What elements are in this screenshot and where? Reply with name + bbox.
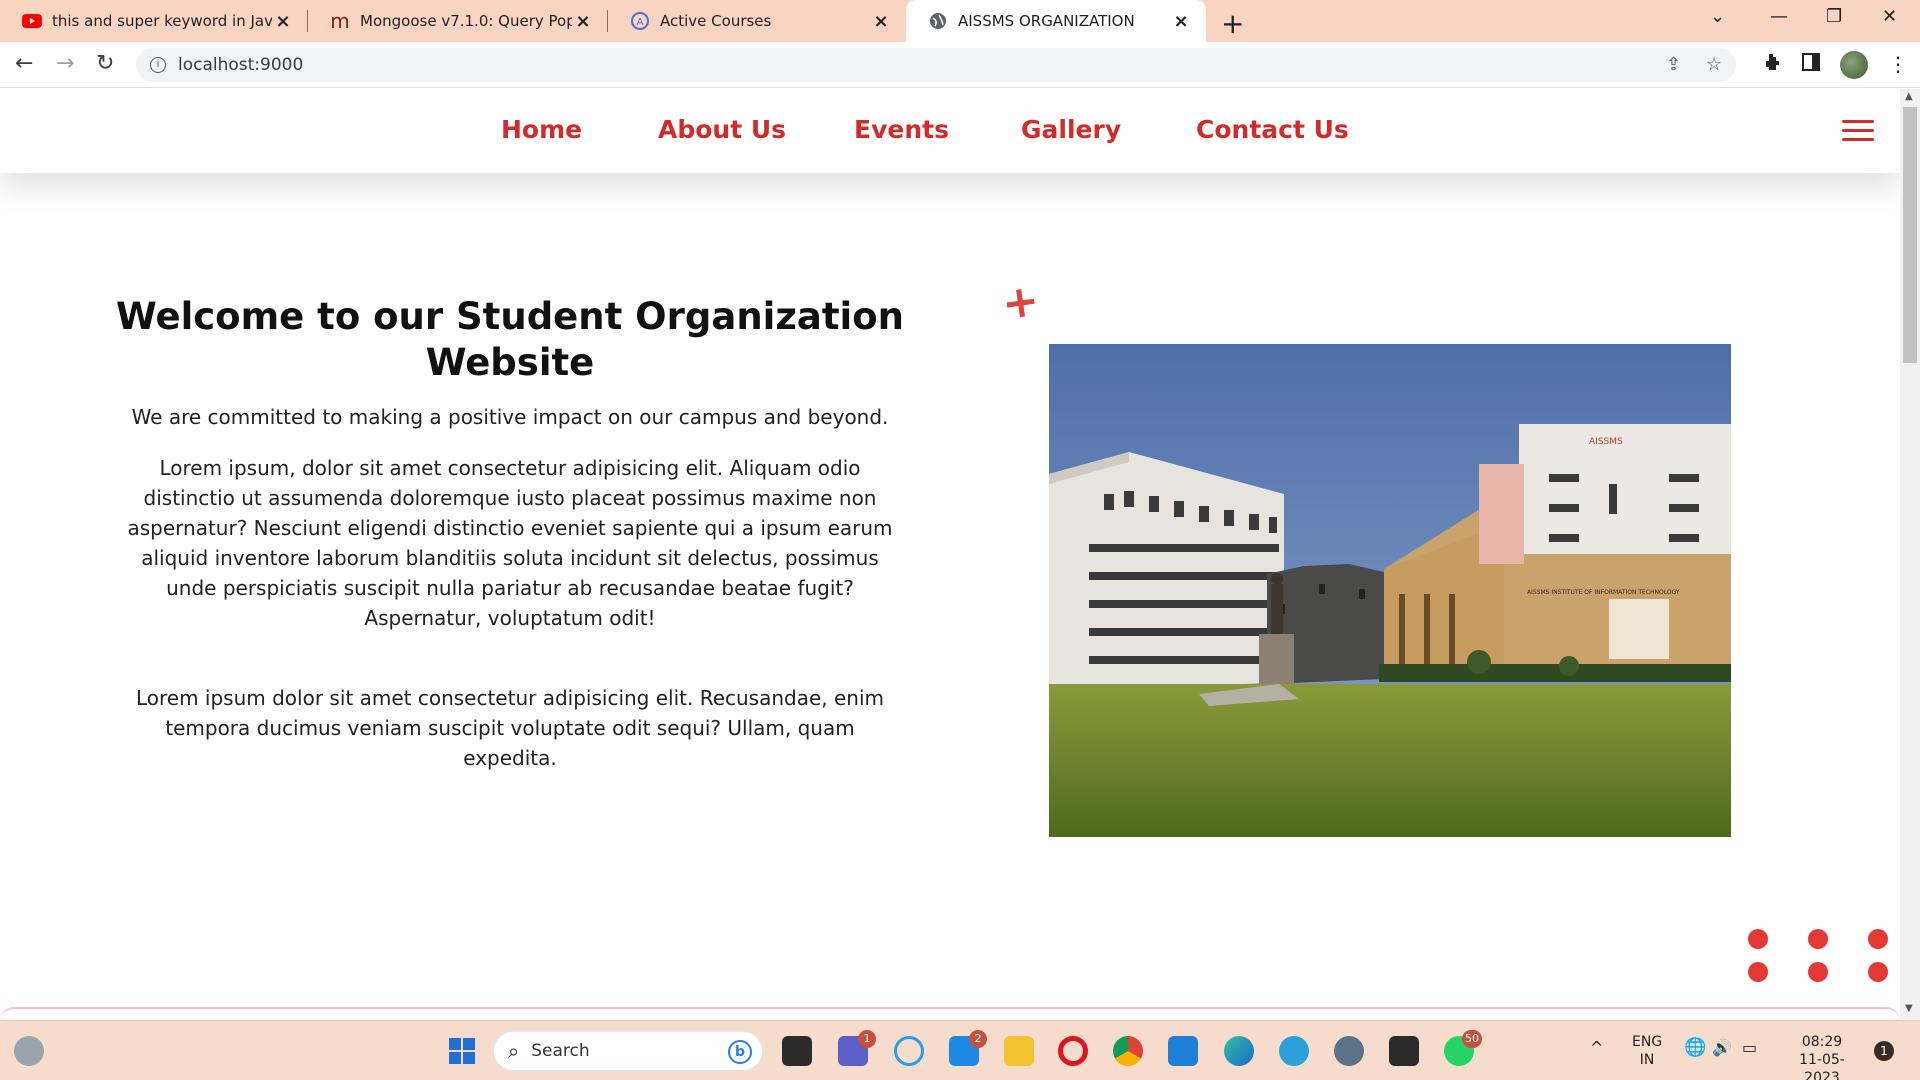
nav-about-us[interactable]: About Us <box>658 115 786 144</box>
decorative-dot <box>1868 929 1888 949</box>
scroll-thumb[interactable] <box>1903 107 1917 363</box>
task-view-icon[interactable] <box>782 1036 812 1066</box>
decorative-dot <box>1748 962 1768 982</box>
building-sign-2: AISSMS INSTITUTE OF INFORMATION TECHNOLO… <box>1527 589 1680 596</box>
decorative-dot <box>1808 929 1828 949</box>
search-icon: ⌕ <box>508 1039 520 1063</box>
weather-icon[interactable] <box>14 1036 44 1066</box>
nav-events[interactable]: Events <box>854 115 949 144</box>
extensions-icon[interactable] <box>1762 52 1782 77</box>
campus-image: AISSMS AISSMS INSTITUTE OF INFORMATION T… <box>1049 344 1731 837</box>
section-edge <box>0 1007 1900 1019</box>
battery-icon[interactable]: ▭ <box>1742 1039 1757 1057</box>
decorative-dot <box>1748 929 1768 949</box>
url-text[interactable]: localhost:9000 <box>178 55 303 75</box>
forward-button[interactable]: → <box>56 51 74 76</box>
site-navbar: Home About Us Events Gallery Contact Us <box>0 89 1900 173</box>
decorative-dot <box>1868 962 1888 982</box>
whatsapp-badge: 50 <box>1462 1030 1482 1048</box>
mongoose-icon: m <box>330 9 350 33</box>
language: ENG <box>1632 1034 1663 1050</box>
restore-button[interactable]: ❐ <box>1826 6 1842 27</box>
tab-aissms[interactable]: AISSMS ORGANIZATION × <box>906 0 1206 42</box>
bookmark-star-icon[interactable]: ☆ <box>1706 48 1722 82</box>
campus-photo: AISSMS AISSMS INSTITUTE OF INFORMATION T… <box>1049 344 1731 837</box>
volume-icon[interactable]: 🔊 <box>1712 1039 1732 1057</box>
bing-icon[interactable]: b <box>728 1040 752 1064</box>
address-bar-row: ← → ↻ i localhost:9000 ⇪ ☆ ⋮ <box>0 42 1920 88</box>
nav-gallery[interactable]: Gallery <box>1021 115 1121 144</box>
tab-title: this and super keyword in Java - <box>52 12 272 30</box>
close-tab-icon[interactable]: × <box>1170 11 1192 32</box>
svg-text:A: A <box>637 17 644 28</box>
page-viewport: Home About Us Events Gallery Contact Us … <box>0 89 1900 1019</box>
back-button[interactable]: ← <box>15 51 33 76</box>
teams-icon[interactable]: 1 <box>838 1030 876 1066</box>
building-sign: AISSMS <box>1589 437 1623 447</box>
omnibox[interactable]: i localhost:9000 ⇪ ☆ <box>136 48 1736 82</box>
page-scrollbar[interactable]: ▲ ▼ <box>1900 89 1920 1019</box>
menu-hamburger-icon[interactable] <box>1842 120 1874 147</box>
tab-mongoose[interactable]: m Mongoose v7.1.0: Query Populati × <box>308 0 608 42</box>
tab-search-icon[interactable]: ⌄ <box>1710 6 1725 27</box>
search-label: Search <box>531 1041 590 1061</box>
telegram-icon[interactable] <box>1279 1036 1309 1066</box>
clock-date: 11-05-2023 <box>1799 1052 1845 1080</box>
new-tab-button[interactable]: + <box>1221 7 1244 40</box>
nav-contact-us[interactable]: Contact Us <box>1196 115 1349 144</box>
scroll-up-icon[interactable]: ▲ <box>1905 91 1913 102</box>
courses-icon: A <box>630 11 650 31</box>
chrome-icon[interactable] <box>1113 1036 1143 1066</box>
profile-avatar[interactable] <box>1840 51 1868 79</box>
tray-chevron-icon[interactable]: ^ <box>1590 1039 1603 1057</box>
vscode-icon[interactable] <box>1168 1036 1198 1066</box>
tab-title: Mongoose v7.1.0: Query Populati <box>360 12 572 30</box>
side-panel-icon[interactable] <box>1802 52 1820 76</box>
network-icon[interactable]: 🌐 <box>1684 1039 1706 1057</box>
close-window-button[interactable]: ✕ <box>1882 6 1897 27</box>
windows-start-icon[interactable] <box>447 1036 477 1066</box>
hero-paragraph-2: Lorem ipsum dolor sit amet consectetur a… <box>135 686 885 770</box>
tab-youtube[interactable]: this and super keyword in Java - × <box>0 0 308 42</box>
decorative-plus-icon: + <box>998 274 1043 331</box>
share-icon[interactable]: ⇪ <box>1666 48 1681 82</box>
taskbar-search[interactable]: ⌕ Search b <box>493 1031 763 1071</box>
settings-icon[interactable] <box>1334 1036 1364 1066</box>
site-info-icon[interactable]: i <box>150 57 166 73</box>
clock[interactable]: 08:29 11-05-2023 <box>1782 1033 1862 1080</box>
more-menu-icon[interactable]: ⋮ <box>1888 52 1908 76</box>
region: IN <box>1639 1052 1655 1068</box>
whatsapp-icon[interactable]: 50 <box>1444 1030 1482 1066</box>
tab-bar: this and super keyword in Java - × m Mon… <box>0 0 1920 42</box>
close-tab-icon[interactable]: × <box>870 11 892 32</box>
scroll-down-icon[interactable]: ▼ <box>1905 1003 1913 1014</box>
mail-badge: 2 <box>969 1030 987 1048</box>
youtube-icon <box>22 11 42 31</box>
language-indicator[interactable]: ENG IN <box>1632 1033 1662 1069</box>
edge-icon[interactable] <box>1224 1036 1254 1066</box>
windows-taskbar: ⌕ Search b 1 2 50 ^ ENG IN 🌐 🔊 ▭ 08:29 1… <box>0 1020 1920 1080</box>
teams-badge: 1 <box>858 1030 876 1048</box>
file-explorer-icon[interactable] <box>1004 1036 1034 1066</box>
decorative-dot <box>1808 962 1828 982</box>
terminal-icon[interactable] <box>1389 1036 1419 1066</box>
clock-time: 08:29 <box>1801 1034 1843 1050</box>
hero-subtitle: We are committed to making a positive im… <box>131 405 889 429</box>
hero-paragraph-1: Lorem ipsum, dolor sit amet consectetur … <box>127 456 893 630</box>
cortana-icon[interactable] <box>894 1036 924 1066</box>
hero-title: Welcome to our Student Organization Webs… <box>115 295 904 384</box>
opera-icon[interactable] <box>1058 1036 1088 1066</box>
tab-active-courses[interactable]: A Active Courses × <box>608 0 906 42</box>
mail-icon[interactable]: 2 <box>949 1030 987 1066</box>
globe-icon <box>928 11 948 31</box>
notification-count[interactable]: 1 <box>1874 1041 1894 1061</box>
reload-button[interactable]: ↻ <box>96 51 114 76</box>
close-tab-icon[interactable]: × <box>572 11 594 32</box>
close-tab-icon[interactable]: × <box>272 11 294 32</box>
minimize-button[interactable]: — <box>1770 6 1788 27</box>
tab-title: AISSMS ORGANIZATION <box>958 12 1135 30</box>
nav-home[interactable]: Home <box>501 115 582 144</box>
tab-title: Active Courses <box>660 12 772 30</box>
